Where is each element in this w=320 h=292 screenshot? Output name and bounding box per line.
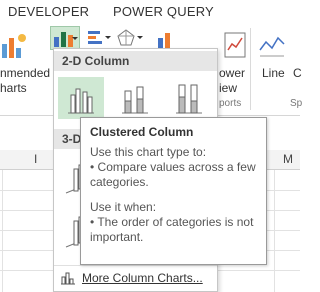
insert-radar-chart-icon[interactable] <box>116 28 144 48</box>
tab-power-query[interactable]: POWER QUERY <box>113 4 214 19</box>
more-column-charts-link[interactable]: More Column Charts... <box>82 271 203 285</box>
tooltip-title: Clustered Column <box>90 125 194 139</box>
tab-developer[interactable]: DEVELOPER <box>8 4 89 19</box>
tooltip-use-when-bullet: • The order of categories is not importa… <box>90 215 254 244</box>
tooltip-use-to-heading: Use this chart type to: <box>90 145 207 159</box>
sparkline-line-label[interactable]: Line <box>262 66 285 80</box>
tooltip-use-when-heading: Use it when: <box>90 200 157 214</box>
insert-column-chart-button[interactable] <box>50 26 80 50</box>
grid-line <box>274 170 275 292</box>
100-stacked-column-option[interactable] <box>166 77 212 119</box>
recommended-charts-label-1[interactable]: nmended <box>0 66 50 80</box>
clustered-column-option[interactable] <box>58 77 104 119</box>
sparkline-line-icon[interactable] <box>258 32 286 58</box>
stacked-column-icon <box>122 86 148 114</box>
more-charts-icon <box>61 272 75 285</box>
chart-type-tooltip: Clustered Column Use this chart type to:… <box>80 117 267 265</box>
column-header-m[interactable]: M <box>283 152 293 166</box>
pivot-chart-icon[interactable] <box>156 30 178 50</box>
section-2d-column: 2-D Column <box>54 51 217 71</box>
power-view-label-1[interactable]: ower <box>219 66 245 80</box>
group-separator <box>250 28 251 110</box>
column-header-i[interactable]: I <box>34 152 37 166</box>
tooltip-use-to-bullet: • Compare values across a few categories… <box>90 160 256 189</box>
power-view-label-2[interactable]: iew <box>219 81 237 95</box>
more-column-charts-row[interactable]: More Column Charts... <box>54 265 217 291</box>
recommended-charts-label-2[interactable]: harts <box>0 81 27 95</box>
sparklines-group-label: Sp <box>290 98 303 109</box>
sparkline-column-label[interactable]: C <box>293 66 302 80</box>
recommended-charts-icon[interactable] <box>0 32 30 62</box>
100-stacked-column-icon <box>176 84 202 114</box>
clustered-column-icon <box>68 88 94 114</box>
column-chart-icon <box>54 32 78 47</box>
grid-line <box>2 170 3 292</box>
insert-bar-chart-icon[interactable] <box>86 28 112 48</box>
stacked-column-option[interactable] <box>112 77 158 119</box>
power-view-icon[interactable] <box>224 32 246 58</box>
reports-group-label: ports <box>219 98 242 109</box>
ribbon-tabs: DEVELOPER POWER QUERY <box>0 0 300 24</box>
